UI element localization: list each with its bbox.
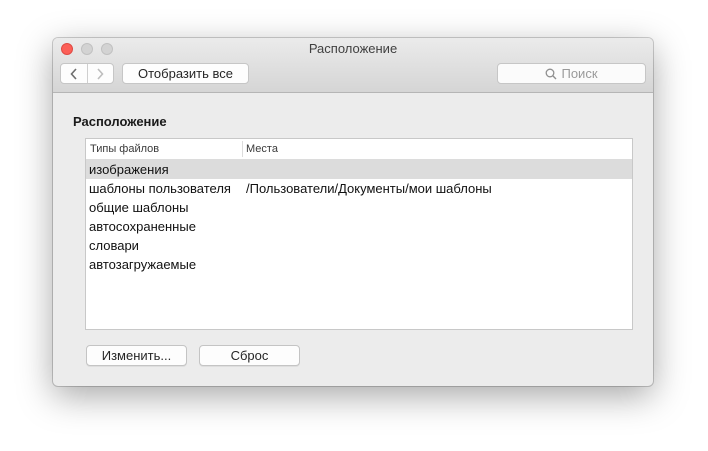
table-row[interactable]: изображения [86,160,632,179]
search-field[interactable]: Поиск [497,63,646,84]
back-forward-group [60,63,114,84]
file-type-cell: автозагружаемые [89,257,197,272]
column-divider [242,141,243,157]
column-header-locations[interactable]: Места [246,143,278,155]
file-type-cell: общие шаблоны [89,200,189,215]
title-bar: Расположение Отобразить все Поиск [53,38,653,93]
table-row[interactable]: общие шаблоны [86,198,632,217]
search-icon [546,68,557,79]
table-row[interactable]: словари [86,236,632,255]
column-header-file-types[interactable]: Типы файлов [90,143,159,155]
file-locations-table: Типы файлов Места изображения шаблоны по… [85,138,633,330]
preferences-window: Расположение Отобразить все Поиск Распол… [53,38,653,386]
forward-button[interactable] [86,64,114,83]
file-type-cell: изображения [89,162,169,177]
chevron-right-icon [97,67,104,80]
table-row[interactable]: шаблоны пользователя /Пользователи/Докум… [86,179,632,198]
table-row[interactable]: автосохраненные [86,217,632,236]
section-title: Расположение [73,114,167,129]
change-button[interactable]: Изменить... [86,345,187,366]
search-placeholder: Поиск [561,66,598,81]
file-type-cell: автосохраненные [89,219,196,234]
file-type-cell: словари [89,238,139,253]
reset-button[interactable]: Сброс [199,345,300,366]
location-cell: /Пользователи/Документы/мои шаблоны [246,181,492,196]
show-all-button[interactable]: Отобразить все [122,63,249,84]
window-title: Расположение [308,41,398,56]
chevron-left-icon [70,67,77,80]
table-header: Типы файлов Места [86,139,632,160]
file-type-cell: шаблоны пользователя [89,181,231,196]
back-button[interactable] [61,64,87,83]
table-row[interactable]: автозагружаемые [86,255,632,274]
